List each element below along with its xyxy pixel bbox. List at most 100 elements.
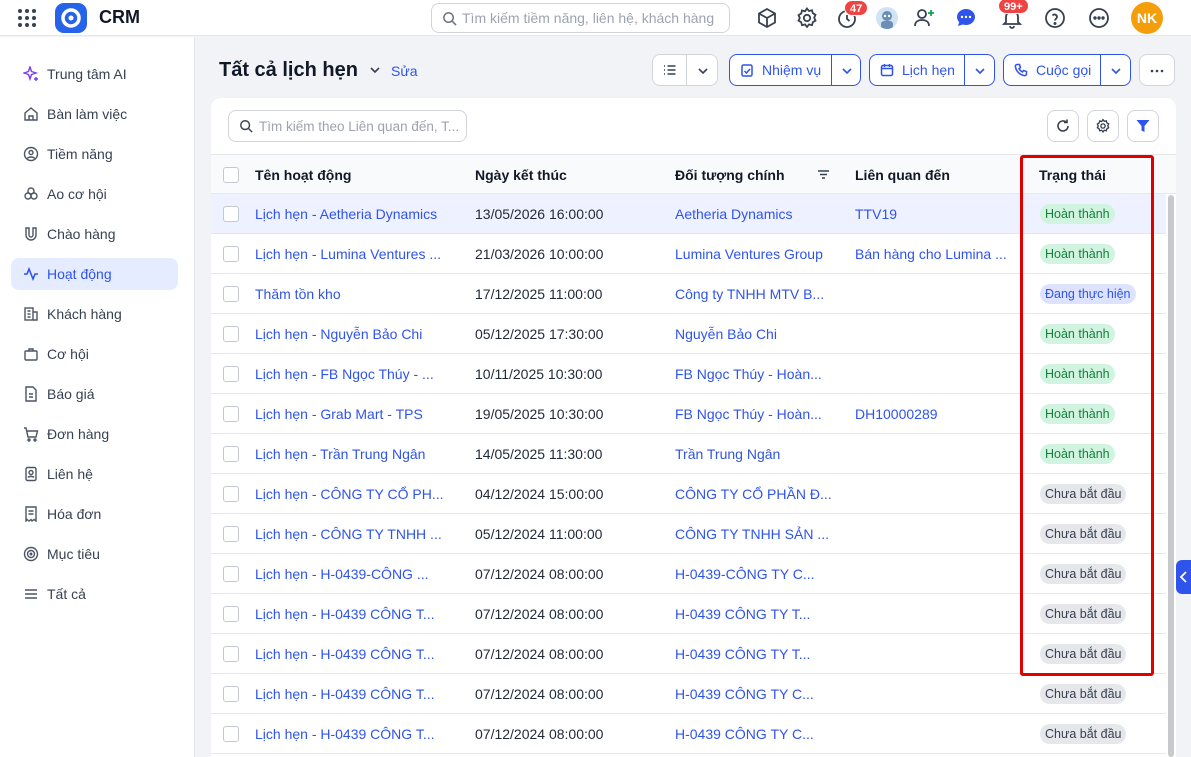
sidebar-item-customers[interactable]: Khách hàng [11,298,178,330]
robot-avatar-icon[interactable] [876,7,898,29]
target-link[interactable]: H-0439 CÔNG TY T... [675,646,810,662]
list-view-icon[interactable] [653,55,686,85]
view-mode-chevron-icon[interactable] [687,55,718,85]
related-link[interactable]: DH10000289 [855,406,938,422]
appointment-split-button[interactable]: Lịch hẹn [869,54,995,86]
sidebar-item-contacts[interactable]: Liên hệ [11,458,178,490]
call-split-button[interactable]: Cuộc gọi [1003,54,1131,86]
add-user-icon[interactable] [912,6,936,30]
more-circle-icon[interactable] [1087,6,1111,30]
row-checkbox[interactable] [223,526,239,542]
column-header-name[interactable]: Tên hoạt động [255,167,351,183]
row-checkbox[interactable] [223,406,239,422]
new-call-button[interactable]: Cuộc gọi [1004,55,1100,85]
more-actions-button[interactable] [1139,54,1175,86]
view-mode-button[interactable] [652,54,718,86]
app-grid-icon[interactable] [17,8,37,28]
activity-name-link[interactable]: Lịch hẹn - Aetheria Dynamics [255,206,437,222]
sidebar-item-workspace[interactable]: Bàn làm việc [11,98,178,130]
target-link[interactable]: Lumina Ventures Group [675,246,823,262]
target-link[interactable]: Trần Trung Ngân [675,446,780,462]
sidebar-item-quotes[interactable]: Báo giá [11,378,178,410]
row-checkbox[interactable] [223,366,239,382]
filter-button[interactable] [1127,110,1159,142]
new-appointment-button[interactable]: Lịch hẹn [870,55,964,85]
table-search-input[interactable] [259,116,462,136]
sidebar-item-all[interactable]: Tất cả [11,578,178,610]
call-chevron-icon[interactable] [1101,55,1131,85]
target-link[interactable]: Nguyễn Bảo Chi [675,326,777,342]
activity-name-link[interactable]: Lịch hẹn - CÔNG TY TNHH ... [255,526,442,542]
select-all-checkbox[interactable] [223,167,239,183]
chat-icon[interactable] [954,6,978,30]
activity-name-link[interactable]: Lịch hẹn - FB Ngọc Thúy - ... [255,366,434,382]
side-panel-toggle[interactable] [1176,560,1191,594]
task-chevron-icon[interactable] [832,55,861,85]
row-checkbox[interactable] [223,566,239,582]
activity-name-link[interactable]: Lịch hẹn - Nguyễn Bảo Chi [255,326,422,342]
target-link[interactable]: Aetheria Dynamics [675,206,793,222]
activity-name-link[interactable]: Lịch hẹn - CÔNG TY CỔ PH... [255,486,444,502]
target-link[interactable]: H-0439-CÔNG TY C... [675,566,815,582]
activity-name-link[interactable]: Lịch hẹn - H-0439 CÔNG T... [255,606,434,622]
global-search[interactable] [431,3,730,33]
row-checkbox[interactable] [223,726,239,742]
sidebar-item-opportunity-pool[interactable]: Ao cơ hội [11,178,178,210]
sidebar-item-ai-center[interactable]: Trung tâm AI [11,58,178,90]
row-checkbox[interactable] [223,326,239,342]
row-checkbox[interactable] [223,286,239,302]
target-link[interactable]: Công ty TNHH MTV B... [675,286,824,302]
related-link[interactable]: Bán hàng cho Lumina ... [855,246,1007,262]
global-search-input[interactable] [462,8,724,28]
target-link[interactable]: CÔNG TY CỔ PHẦN Đ... [675,486,832,502]
target-link[interactable]: H-0439 CÔNG TY T... [675,606,810,622]
activity-name-link[interactable]: Lịch hẹn - H-0439 CÔNG T... [255,686,434,702]
sidebar-item-opportunities[interactable]: Cơ hội [11,338,178,370]
sidebar-item-orders[interactable]: Đơn hàng [11,418,178,450]
activity-name-link[interactable]: Lịch hẹn - Trần Trung Ngân [255,446,425,462]
row-checkbox[interactable] [223,486,239,502]
box-icon[interactable] [755,6,779,30]
target-link[interactable]: CÔNG TY TNHH SẢN ... [675,526,829,542]
row-checkbox[interactable] [223,686,239,702]
activity-name-link[interactable]: Lịch hẹn - H-0439 CÔNG T... [255,726,434,742]
task-split-button[interactable]: Nhiệm vụ [729,54,861,86]
activity-name-link[interactable]: Lịch hẹn - H-0439-CÔNG ... [255,566,429,582]
target-link[interactable]: FB Ngọc Thúy - Hoàn... [675,366,822,382]
vertical-scrollbar[interactable] [1168,195,1174,757]
column-header-target[interactable]: Đối tượng chính [675,167,785,183]
table-settings-button[interactable] [1087,110,1119,142]
settings-gear-icon[interactable] [795,6,819,30]
row-checkbox[interactable] [223,606,239,622]
target-link[interactable]: H-0439 CÔNG TY C... [675,686,814,702]
row-checkbox[interactable] [223,246,239,262]
row-checkbox[interactable] [223,646,239,662]
table-search[interactable] [228,110,467,142]
table-row[interactable]: Lịch hẹn - H-0439 CÔNG T... 07/12/2024 08… [211,674,1166,714]
refresh-button[interactable] [1047,110,1079,142]
target-link[interactable]: H-0439 CÔNG TY C... [675,726,814,742]
help-icon[interactable] [1043,6,1067,30]
appointment-chevron-icon[interactable] [965,55,995,85]
activity-name-link[interactable]: Thăm tồn kho [255,286,341,302]
row-checkbox[interactable] [223,206,239,222]
user-avatar[interactable]: NK [1131,2,1163,34]
activity-name-link[interactable]: Lịch hẹn - Grab Mart - TPS [255,406,423,422]
related-link[interactable]: TTV19 [855,206,897,222]
row-checkbox[interactable] [223,446,239,462]
edit-view-link[interactable]: Sửa [391,63,418,79]
sidebar-item-invoices[interactable]: Hóa đơn [11,498,178,530]
view-dropdown-chevron-icon[interactable] [369,64,381,76]
sidebar-item-offers[interactable]: Chào hàng [11,218,178,250]
target-link[interactable]: FB Ngọc Thúy - Hoàn... [675,406,822,422]
table-row[interactable]: Lịch hẹn - H-0439 CÔNG T... 07/12/2024 08… [211,714,1166,754]
column-filter-icon[interactable] [817,168,830,181]
activity-name-link[interactable]: Lịch hẹn - Lumina Ventures ... [255,246,441,262]
new-task-button[interactable]: Nhiệm vụ [730,55,831,85]
sidebar-item-leads[interactable]: Tiềm năng [11,138,178,170]
sidebar-item-goals[interactable]: Mục tiêu [11,538,178,570]
activity-name-link[interactable]: Lịch hẹn - H-0439 CÔNG T... [255,646,434,662]
column-header-related[interactable]: Liên quan đến [855,167,950,183]
column-header-end-date[interactable]: Ngày kết thúc [475,167,567,183]
sidebar-item-activities[interactable]: Hoạt động [11,258,178,290]
